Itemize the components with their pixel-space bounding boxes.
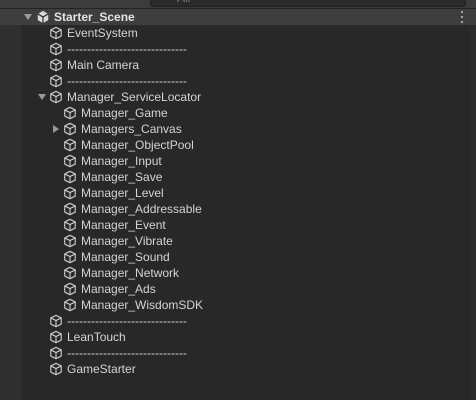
hierarchy-item-label: Manager_Save [81, 170, 163, 184]
scene-row[interactable]: Starter_Scene [0, 9, 476, 25]
search-input[interactable] [177, 0, 457, 6]
hierarchy-item-label: Manager_Game [81, 106, 168, 120]
cube-icon [64, 170, 76, 184]
hierarchy-gutter [0, 9, 21, 400]
hierarchy-item[interactable]: ------------------------------ [21, 73, 470, 89]
cube-icon [50, 314, 62, 328]
cube-icon [50, 26, 62, 40]
hierarchy-item-label: Managers_Canvas [81, 122, 182, 136]
cube-icon [50, 90, 62, 104]
cube-icon [50, 42, 62, 56]
hierarchy-item-label: Manager_WisdomSDK [81, 298, 204, 312]
hierarchy-item-label: Main Camera [67, 58, 140, 72]
hierarchy-item[interactable]: Manager_Level [21, 185, 470, 201]
cube-icon [50, 74, 62, 88]
cube-icon [64, 122, 76, 136]
hierarchy-item[interactable]: Manager_ServiceLocator [21, 89, 470, 105]
hierarchy-item-label: GameStarter [67, 362, 136, 376]
cube-icon [64, 298, 76, 312]
cube-icon [50, 58, 62, 72]
hierarchy-item[interactable]: Manager_Addressable [21, 201, 470, 217]
scene-name: Starter_Scene [54, 10, 135, 24]
hierarchy-item[interactable]: Manager_Save [21, 169, 470, 185]
hierarchy-item[interactable]: Manager_ObjectPool [21, 137, 470, 153]
hierarchy-toolbar [0, 0, 476, 9]
cube-icon [64, 106, 76, 120]
cube-icon [64, 154, 76, 168]
hierarchy-item[interactable]: Manager_Game [21, 105, 470, 121]
hierarchy-item-label: Manager_ObjectPool [81, 138, 194, 152]
cube-icon [64, 218, 76, 232]
expand-arrow-icon[interactable] [38, 94, 46, 100]
hierarchy-item[interactable]: Manager_Vibrate [21, 233, 470, 249]
hierarchy-item-label: ------------------------------ [67, 314, 187, 328]
cube-icon [50, 362, 62, 376]
hierarchy-item[interactable]: GameStarter [21, 361, 470, 377]
hierarchy-item-label: Manager_ServiceLocator [67, 90, 202, 104]
hierarchy-item-label: Manager_Vibrate [81, 234, 173, 248]
hierarchy-item[interactable]: ------------------------------ [21, 41, 470, 57]
hierarchy-tree: Starter_Scene EventSystem ---------------… [0, 9, 476, 400]
cube-icon [64, 282, 76, 296]
kebab-menu-icon[interactable] [458, 11, 466, 23]
cube-icon [64, 138, 76, 152]
cube-icon [64, 186, 76, 200]
scrollbar-track[interactable] [470, 24, 476, 400]
hierarchy-item-label: Manager_Ads [81, 282, 156, 296]
hierarchy-item-label: Manager_Network [81, 266, 180, 280]
hierarchy-item-label: Manager_Level [81, 186, 164, 200]
scene-expand-arrow-icon[interactable] [24, 14, 32, 20]
hierarchy-item[interactable]: LeanTouch [21, 329, 470, 345]
hierarchy-item[interactable]: Manager_Network [21, 265, 470, 281]
hierarchy-item[interactable]: Managers_Canvas [21, 121, 470, 137]
hierarchy-item[interactable]: Manager_Sound [21, 249, 470, 265]
cube-icon [64, 202, 76, 216]
hierarchy-item-label: Manager_Addressable [81, 202, 202, 216]
cube-icon [50, 330, 62, 344]
cube-icon [50, 346, 62, 360]
hierarchy-item-label: ------------------------------ [67, 346, 187, 360]
hierarchy-item[interactable]: Manager_Input [21, 153, 470, 169]
cube-icon [64, 250, 76, 264]
hierarchy-item-label: EventSystem [67, 26, 138, 40]
hierarchy-item-label: Manager_Event [81, 218, 166, 232]
hierarchy-item-label: ------------------------------ [67, 42, 187, 56]
hierarchy-item[interactable]: ------------------------------ [21, 345, 470, 361]
hierarchy-item[interactable]: ------------------------------ [21, 313, 470, 329]
hierarchy-item-label: ------------------------------ [67, 74, 187, 88]
hierarchy-item[interactable]: Manager_Event [21, 217, 470, 233]
hierarchy-item[interactable]: Manager_WisdomSDK [21, 297, 470, 313]
hierarchy-item-label: Manager_Sound [81, 250, 170, 264]
hierarchy-item-label: LeanTouch [67, 330, 126, 344]
hierarchy-item[interactable]: Manager_Ads [21, 281, 470, 297]
cube-icon [64, 266, 76, 280]
hierarchy-item[interactable]: Main Camera [21, 57, 470, 73]
cube-icon [64, 234, 76, 248]
hierarchy-item[interactable]: EventSystem [21, 25, 470, 41]
unity-logo-icon [37, 10, 49, 24]
hierarchy-item-label: Manager_Input [81, 154, 162, 168]
search-field[interactable] [150, 0, 466, 7]
collapse-arrow-icon[interactable] [53, 125, 59, 133]
